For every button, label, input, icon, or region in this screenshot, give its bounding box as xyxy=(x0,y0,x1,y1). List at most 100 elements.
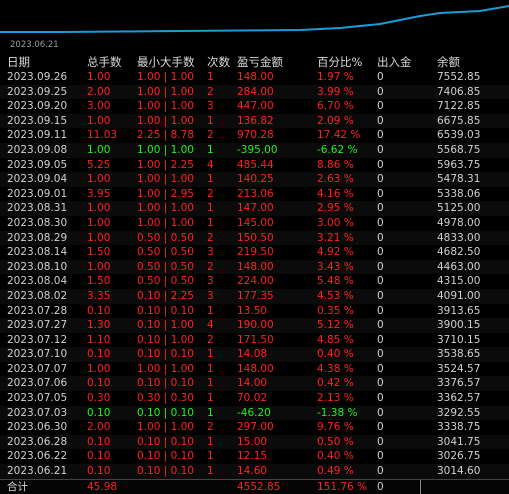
row-flow: 0 xyxy=(377,114,384,127)
table-row[interactable]: 2023.06.30 2.00 1.00 | 1.00 2 297.00 9.76 % 0 3… xyxy=(0,420,509,435)
equity-line-chart xyxy=(0,5,509,33)
table-row[interactable]: 2023.07.05 0.30 0.30 | 0.30 1 70.02 2.13 % 0 33… xyxy=(0,391,509,406)
header-min-max-lots[interactable]: 最小大手数 xyxy=(137,54,195,70)
row-balance: 5125.00 xyxy=(437,202,481,215)
row-balance: 3026.75 xyxy=(437,450,481,463)
row-lots: 2.00 xyxy=(87,421,111,434)
row-balance: 3362.57 xyxy=(437,392,481,405)
header-count[interactable]: 次数 xyxy=(207,54,230,70)
row-percent: 2.13 % xyxy=(317,392,354,405)
table-row[interactable]: 2023.07.10 0.10 0.10 | 0.10 1 14.08 0.40 % 0 35… xyxy=(0,347,509,362)
row-balance: 7122.85 xyxy=(437,100,481,113)
row-date: 2023.07.05 xyxy=(7,392,68,405)
row-percent: 4.16 % xyxy=(317,187,354,200)
row-count: 2 xyxy=(207,333,214,346)
row-lots: 1.50 xyxy=(87,275,111,288)
table-row[interactable]: 2023.08.02 3.35 0.10 | 2.25 3 177.35 4.53 % 0 4… xyxy=(0,288,509,304)
table-row[interactable]: 2023.08.04 1.50 0.50 | 0.50 3 224.00 5.48 % 0 4… xyxy=(0,274,509,289)
row-min-max: 0.10 | 0.10 xyxy=(137,465,194,478)
row-date: 2023.07.07 xyxy=(7,362,68,375)
row-lots: 1.00 xyxy=(87,173,111,186)
table-row[interactable]: 2023.09.15 1.00 1.00 | 1.00 1 136.82 2.09 % 0 6… xyxy=(0,113,509,129)
row-flow: 0 xyxy=(377,304,384,317)
row-balance: 5568.75 xyxy=(437,143,481,156)
row-count: 3 xyxy=(207,246,214,259)
table-row[interactable]: 2023.09.26 1.00 1.00 | 1.00 1 148.00 1.97 % 0 7… xyxy=(0,70,509,85)
row-lots: 5.25 xyxy=(87,158,111,171)
row-date: 2023.08.14 xyxy=(7,246,68,259)
table-row[interactable]: 2023.09.05 5.25 1.00 | 2.25 4 485.44 8.86 % 0 5… xyxy=(0,158,509,173)
table-body: 2023.09.26 1.00 1.00 | 1.00 1 148.00 1.97 % 0 7… xyxy=(0,70,509,479)
table-row[interactable]: 2023.08.10 1.00 0.50 | 0.50 2 148.00 3.43 % 0 4… xyxy=(0,259,509,275)
row-lots: 1.10 xyxy=(87,333,111,346)
row-balance: 5338.06 xyxy=(437,187,481,200)
row-count: 3 xyxy=(207,100,214,113)
row-pnl: 219.50 xyxy=(237,246,274,259)
row-percent: 4.53 % xyxy=(317,289,354,302)
table-row[interactable]: 2023.09.01 3.95 1.00 | 2.95 2 213.06 4.16 % 0 5… xyxy=(0,187,509,202)
row-flow: 0 xyxy=(377,85,384,98)
header-deposit-withdraw[interactable]: 出入金 xyxy=(377,54,412,70)
row-flow: 0 xyxy=(377,216,384,229)
table-row[interactable]: 2023.09.25 2.00 1.00 | 1.00 2 284.00 3.99 % 0 7… xyxy=(0,84,509,100)
table-row[interactable]: 2023.07.12 1.10 0.10 | 1.00 2 171.50 4.85 % 0 3… xyxy=(0,333,509,348)
row-date: 2023.06.28 xyxy=(7,435,68,448)
table-row[interactable]: 2023.08.30 1.00 1.00 | 1.00 1 145.00 3.00 % 0 4… xyxy=(0,216,509,231)
row-percent: 2.63 % xyxy=(317,173,354,186)
header-percent[interactable]: 百分比% xyxy=(317,54,362,70)
row-count: 2 xyxy=(207,129,214,142)
table-row[interactable]: 2023.09.20 3.00 1.00 | 1.00 3 447.00 6.70 % 0 7… xyxy=(0,99,509,114)
row-min-max: 0.10 | 0.10 xyxy=(137,304,194,317)
row-flow: 0 xyxy=(377,348,384,361)
row-pnl: 177.35 xyxy=(237,289,274,302)
table-row[interactable]: 2023.08.31 1.00 1.00 | 1.00 1 147.00 2.95 % 0 5… xyxy=(0,201,509,216)
row-min-max: 1.00 | 1.00 xyxy=(137,173,194,186)
row-flow: 0 xyxy=(377,319,384,332)
table-row[interactable]: 2023.06.28 0.10 0.10 | 0.10 1 15.00 0.50 % 0 30… xyxy=(0,434,509,450)
row-count: 2 xyxy=(207,187,214,200)
row-count: 1 xyxy=(207,377,214,390)
table-row[interactable]: 2023.08.29 1.00 0.50 | 0.50 2 150.50 3.21 % 0 4… xyxy=(0,230,509,246)
row-count: 1 xyxy=(207,450,214,463)
row-flow: 0 xyxy=(377,392,384,405)
table-row[interactable]: 2023.07.07 1.00 1.00 | 1.00 1 148.00 4.38 % 0 3… xyxy=(0,362,509,377)
row-pnl: 14.00 xyxy=(237,377,268,390)
table-row[interactable]: 2023.07.06 0.10 0.10 | 0.10 1 14.00 0.42 % 0 33… xyxy=(0,376,509,392)
row-flow: 0 xyxy=(377,260,384,273)
row-flow: 0 xyxy=(377,143,384,156)
row-lots: 3.95 xyxy=(87,187,111,200)
row-pnl: 284.00 xyxy=(237,85,274,98)
row-flow: 0 xyxy=(377,173,384,186)
row-count: 1 xyxy=(207,114,214,127)
row-count: 1 xyxy=(207,216,214,229)
header-total-lots[interactable]: 总手数 xyxy=(87,54,122,70)
table-row[interactable]: 2023.09.08 1.00 1.00 | 1.00 1 -395.00 -6.62 %… xyxy=(0,142,509,158)
table-row[interactable]: 2023.08.14 1.50 0.50 | 0.50 3 219.50 4.92 % 0 4… xyxy=(0,245,509,260)
row-lots: 11.03 xyxy=(87,129,118,142)
table-row[interactable]: 2023.09.11 11.03 2.25 | 8.78 2 970.28 17.42 %… xyxy=(0,128,509,143)
row-count: 1 xyxy=(207,362,214,375)
row-pnl: -46.20 xyxy=(237,406,271,419)
row-min-max: 1.00 | 1.00 xyxy=(137,143,194,156)
daily-report-table: 日期 总手数 最小大手数 次数 盈亏金额 百分比% 出入金 余额 2023.09… xyxy=(0,54,509,494)
row-date: 2023.06.22 xyxy=(7,450,68,463)
header-pnl[interactable]: 盈亏金额 xyxy=(237,54,283,70)
row-pnl: 970.28 xyxy=(237,129,274,142)
row-count: 3 xyxy=(207,275,214,288)
row-date: 2023.07.03 xyxy=(7,406,68,419)
table-row[interactable]: 2023.07.27 1.30 0.10 | 1.00 4 190.00 5.12 % 0 3… xyxy=(0,318,509,333)
table-row[interactable]: 2023.06.22 0.10 0.10 | 0.10 1 12.15 0.40 % 0 30… xyxy=(0,449,509,464)
table-row[interactable]: 2023.06.21 0.10 0.10 | 0.10 1 14.60 0.49 % 0 30… xyxy=(0,464,509,479)
row-date: 2023.06.21 xyxy=(7,465,68,478)
row-pnl: 70.02 xyxy=(237,392,268,405)
table-row[interactable]: 2023.07.28 0.10 0.10 | 0.10 1 13.50 0.35 % 0 39… xyxy=(0,304,509,319)
table-row[interactable]: 2023.09.04 1.00 1.00 | 1.00 1 140.25 2.63 % 0 5… xyxy=(0,172,509,187)
header-date[interactable]: 日期 xyxy=(7,54,30,70)
row-percent: 0.40 % xyxy=(317,450,354,463)
table-row[interactable]: 2023.07.03 0.10 0.10 | 0.10 1 -46.20 -1.38 % 0… xyxy=(0,405,509,421)
row-flow: 0 xyxy=(377,158,384,171)
total-lots: 45.98 xyxy=(87,480,118,493)
header-balance[interactable]: 余额 xyxy=(437,54,460,70)
row-flow: 0 xyxy=(377,362,384,375)
row-percent: 6.70 % xyxy=(317,100,354,113)
